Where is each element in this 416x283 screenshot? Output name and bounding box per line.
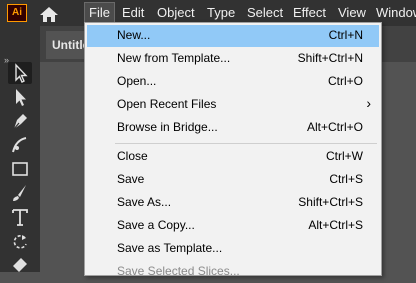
menu-item-save[interactable]: Save Ctrl+S xyxy=(87,169,379,191)
file-menu-dropdown: New... Ctrl+N New from Template... Shift… xyxy=(84,22,382,278)
menu-item-close[interactable]: Close Ctrl+W xyxy=(87,146,379,168)
direct-selection-tool-icon[interactable] xyxy=(8,86,32,108)
menu-item-label: Save as Template... xyxy=(117,241,223,255)
menu-item-new[interactable]: New... Ctrl+N xyxy=(87,25,379,47)
menu-item-open[interactable]: Open... Ctrl+O xyxy=(87,71,379,93)
curvature-tool-icon[interactable] xyxy=(8,134,32,156)
menu-item-new-from-template[interactable]: New from Template... Shift+Ctrl+N xyxy=(87,48,379,70)
menu-item-shortcut: Ctrl+O xyxy=(327,74,363,88)
menu-item-shortcut: Ctrl+S xyxy=(329,172,363,186)
menu-item-label: Save xyxy=(117,172,145,186)
app-logo: Ai xyxy=(7,4,27,22)
paintbrush-tool-icon[interactable] xyxy=(8,182,32,204)
menu-item-shortcut: Shift+Ctrl+N xyxy=(297,51,363,65)
eraser-tool-icon[interactable] xyxy=(8,252,32,274)
menu-separator xyxy=(115,143,377,144)
menu-item-save-selected-slices: Save Selected Slices... xyxy=(87,261,379,283)
rotate-tool-icon[interactable] xyxy=(8,230,32,252)
menu-item-label: Save a Copy... xyxy=(117,218,195,232)
menu-item-label: Save Selected Slices... xyxy=(117,264,240,278)
menu-item-label: Browse in Bridge... xyxy=(117,120,218,134)
menu-item-label: Save As... xyxy=(117,195,172,209)
submenu-arrow-icon: › xyxy=(366,95,371,111)
menu-item-shortcut: Alt+Ctrl+S xyxy=(308,218,363,232)
menu-item-label: Open... xyxy=(117,74,157,88)
menu-item-label: New from Template... xyxy=(117,51,231,65)
menu-item-save-a-copy[interactable]: Save a Copy... Alt+Ctrl+S xyxy=(87,215,379,237)
rectangle-tool-icon[interactable] xyxy=(8,158,32,180)
type-tool-icon[interactable] xyxy=(8,206,32,228)
menu-item-shortcut: Alt+Ctrl+O xyxy=(306,120,363,134)
home-icon[interactable] xyxy=(38,5,60,23)
menu-item-open-recent-files[interactable]: Open Recent Files › xyxy=(87,94,379,116)
selection-tool-icon[interactable] xyxy=(8,62,32,84)
menu-item-browse-in-bridge[interactable]: Browse in Bridge... Alt+Ctrl+O xyxy=(87,117,379,139)
menu-item-shortcut: Ctrl+W xyxy=(326,149,363,163)
menu-item-label: New... xyxy=(117,28,151,42)
menu-item-save-as-template[interactable]: Save as Template... xyxy=(87,238,379,260)
menu-item-label: Close xyxy=(117,149,148,163)
menu-item-save-as[interactable]: Save As... Shift+Ctrl+S xyxy=(87,192,379,214)
menu-item-label: Open Recent Files xyxy=(117,97,217,111)
menu-item-shortcut: Ctrl+N xyxy=(328,28,363,42)
menu-file[interactable]: File xyxy=(84,2,115,24)
menu-item-shortcut: Shift+Ctrl+S xyxy=(298,195,363,209)
pen-tool-icon[interactable] xyxy=(8,110,32,132)
